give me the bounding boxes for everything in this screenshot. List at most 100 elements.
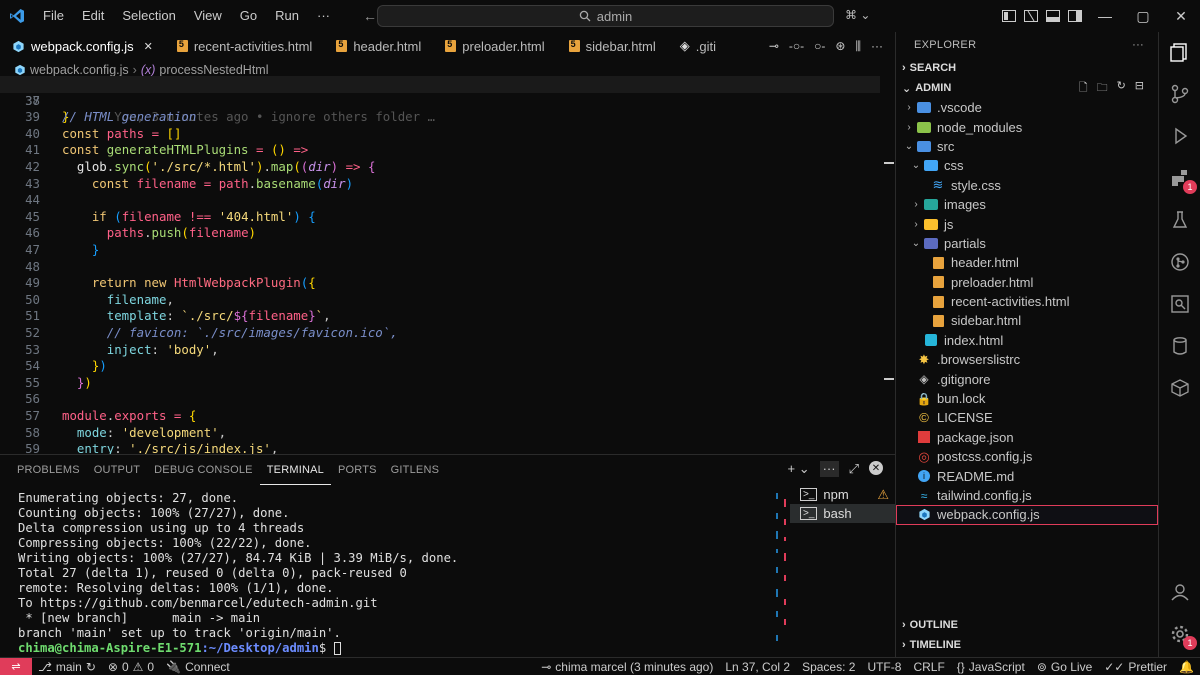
remote-indicator-icon[interactable]: ⇌ bbox=[0, 657, 32, 675]
prettier-status[interactable]: ✓✓ Prettier bbox=[1098, 660, 1173, 674]
connect-button[interactable]: 🔌 Connect bbox=[160, 660, 236, 674]
go-live-button[interactable]: ⊚ Go Live bbox=[1031, 660, 1098, 674]
tree-item[interactable]: 🔒 bun.lock bbox=[896, 389, 1158, 408]
tree-item[interactable]: ⌄ css bbox=[896, 156, 1158, 175]
copilot-icon[interactable]: ⌘ ⌄ bbox=[845, 8, 870, 22]
section-search[interactable]: › SEARCH bbox=[896, 58, 1158, 78]
git-commit-prev-icon[interactable]: -○- bbox=[789, 39, 804, 54]
tab-preloader[interactable]: preloader.html bbox=[433, 32, 556, 60]
run-debug-icon[interactable] bbox=[1159, 116, 1200, 156]
maximize-button[interactable]: ▢ bbox=[1124, 0, 1162, 32]
database-icon[interactable] bbox=[1159, 326, 1200, 366]
tree-item[interactable]: © LICENSE bbox=[896, 408, 1158, 427]
settings-gear-icon[interactable]: 1 bbox=[1159, 614, 1200, 654]
customize-layout-icon[interactable] bbox=[998, 0, 1020, 32]
language-mode[interactable]: {} JavaScript bbox=[951, 660, 1031, 674]
container-icon[interactable] bbox=[1159, 368, 1200, 408]
extensions-icon[interactable]: 1 bbox=[1159, 158, 1200, 198]
tree-item[interactable]: recent-activities.html bbox=[896, 292, 1158, 311]
tree-item[interactable]: i README.md bbox=[896, 466, 1158, 485]
menu-file[interactable]: File bbox=[34, 0, 73, 32]
close-icon[interactable]: ✕ bbox=[144, 40, 153, 53]
menu-more[interactable]: ··· bbox=[308, 0, 339, 32]
toggle-secondary-sidebar-icon[interactable] bbox=[1064, 0, 1086, 32]
collapse-all-icon[interactable]: ⊟ bbox=[1135, 79, 1144, 98]
tree-item[interactable]: index.html bbox=[896, 331, 1158, 350]
split-editor-icon[interactable]: ⫼ bbox=[855, 39, 861, 54]
minimize-button[interactable]: — bbox=[1086, 0, 1124, 32]
tab-terminal[interactable]: TERMINAL bbox=[259, 455, 331, 485]
tree-item[interactable]: ≈ tailwind.config.js bbox=[896, 486, 1158, 505]
git-graph-icon[interactable] bbox=[1159, 242, 1200, 282]
tree-item[interactable]: sidebar.html bbox=[896, 311, 1158, 330]
git-compare-icon[interactable]: ⊸ bbox=[769, 39, 779, 54]
tree-item[interactable]: › js bbox=[896, 214, 1158, 233]
tab-sidebar[interactable]: sidebar.html bbox=[557, 32, 668, 60]
menu-selection[interactable]: Selection bbox=[113, 0, 184, 32]
breadcrumb-symbol[interactable]: processNestedHtml bbox=[159, 63, 268, 77]
encoding[interactable]: UTF-8 bbox=[861, 660, 907, 674]
tree-item[interactable]: ◎ postcss.config.js bbox=[896, 447, 1158, 466]
tab-ports[interactable]: PORTS bbox=[331, 455, 384, 485]
section-timeline[interactable]: › TIMELINE bbox=[896, 635, 1158, 655]
terminal-output[interactable]: Enumerating objects: 27, done. Counting … bbox=[18, 491, 778, 656]
remote-explorer-icon[interactable] bbox=[1159, 284, 1200, 324]
terminal-item-npm[interactable]: >_ npm ⚠ bbox=[790, 485, 895, 504]
tree-item[interactable]: ✸ .browserslistrc bbox=[896, 350, 1158, 369]
back-arrow-icon[interactable]: ← bbox=[363, 8, 377, 24]
toggle-panel-icon[interactable] bbox=[1042, 0, 1064, 32]
tree-item[interactable]: package.json bbox=[896, 428, 1158, 447]
accounts-icon[interactable] bbox=[1159, 572, 1200, 612]
menu-go[interactable]: Go bbox=[231, 0, 266, 32]
tab-gitlens[interactable]: GITLENS bbox=[384, 455, 446, 485]
menu-run[interactable]: Run bbox=[266, 0, 308, 32]
new-file-icon[interactable]: 🗋 bbox=[1079, 79, 1088, 98]
more-actions-icon[interactable]: ··· bbox=[871, 39, 883, 54]
close-window-button[interactable]: ✕ bbox=[1162, 0, 1200, 32]
git-commit-next-icon[interactable]: ○- bbox=[814, 39, 825, 54]
tree-item[interactable]: ≋ style.css bbox=[896, 176, 1158, 195]
new-terminal-icon[interactable]: + ⌄ bbox=[787, 461, 809, 477]
terminal-item-bash[interactable]: >_ bash bbox=[790, 504, 895, 523]
tab-problems[interactable]: PROBLEMS bbox=[10, 455, 87, 485]
problems-indicator[interactable]: ⊗ 0 ⚠ 0 bbox=[102, 660, 160, 674]
tree-item[interactable]: › node_modules bbox=[896, 117, 1158, 136]
tab-debug-console[interactable]: DEBUG CONSOLE bbox=[147, 455, 260, 485]
command-center-search[interactable]: admin bbox=[377, 5, 834, 27]
refresh-icon[interactable]: ↻ bbox=[1117, 79, 1126, 98]
source-control-icon[interactable] bbox=[1159, 74, 1200, 114]
tree-item[interactable]: webpack.config.js bbox=[896, 505, 1158, 525]
close-panel-icon[interactable]: ✕ bbox=[869, 461, 883, 475]
maximize-panel-icon[interactable]: ⤢ bbox=[849, 461, 859, 477]
tree-item[interactable]: ⌄ src bbox=[896, 137, 1158, 156]
tab-recent-activities[interactable]: recent-activities.html bbox=[165, 32, 324, 60]
menu-view[interactable]: View bbox=[185, 0, 231, 32]
tree-item[interactable]: ⌄ partials bbox=[896, 234, 1158, 253]
more-actions-icon[interactable]: ··· bbox=[1132, 39, 1144, 51]
testing-icon[interactable] bbox=[1159, 200, 1200, 240]
tab-webpack-config[interactable]: webpack.config.js ✕ bbox=[0, 32, 165, 60]
tab-gitignore[interactable]: ◈ .giti bbox=[668, 32, 720, 60]
more-actions-icon[interactable]: ··· bbox=[819, 461, 839, 477]
gitlens-icon[interactable]: ⊛ bbox=[835, 39, 845, 54]
new-folder-icon[interactable]: 🗀 bbox=[1097, 79, 1108, 98]
cursor-position[interactable]: Ln 37, Col 2 bbox=[719, 660, 796, 674]
notifications-bell-icon[interactable]: 🔔 bbox=[1173, 660, 1200, 674]
section-outline[interactable]: › OUTLINE bbox=[896, 615, 1158, 635]
section-admin[interactable]: ⌄ ADMIN 🗋 🗀 ↻ ⊟ bbox=[896, 78, 1158, 98]
git-blame-status[interactable]: ⊸ chima marcel (3 minutes ago) bbox=[535, 660, 719, 674]
tree-item[interactable]: › images bbox=[896, 195, 1158, 214]
tree-item[interactable]: ◈ .gitignore bbox=[896, 369, 1158, 388]
toggle-primary-sidebar-icon[interactable] bbox=[1020, 0, 1042, 32]
menu-edit[interactable]: Edit bbox=[73, 0, 113, 32]
tree-item[interactable]: header.html bbox=[896, 253, 1158, 272]
indentation[interactable]: Spaces: 2 bbox=[796, 660, 861, 674]
code-editor[interactable]: 37 } You, 3 minutes ago • ignore others … bbox=[0, 76, 895, 454]
branch-indicator[interactable]: ⎇ main ↻ bbox=[32, 660, 102, 674]
tab-header[interactable]: header.html bbox=[324, 32, 433, 60]
tree-item[interactable]: preloader.html bbox=[896, 273, 1158, 292]
tab-output[interactable]: OUTPUT bbox=[87, 455, 147, 485]
explorer-icon[interactable] bbox=[1159, 32, 1200, 72]
breadcrumb-file[interactable]: webpack.config.js bbox=[30, 63, 129, 77]
tree-item[interactable]: › .vscode bbox=[896, 98, 1158, 117]
